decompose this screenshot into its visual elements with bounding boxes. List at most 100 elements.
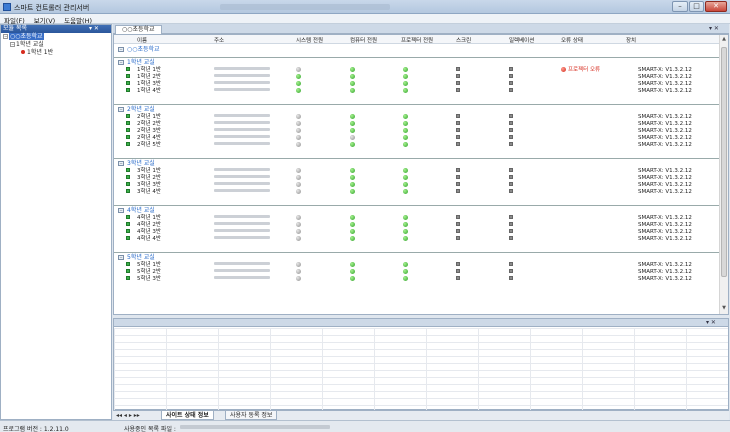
- table-row[interactable]: 5학년 2반 SMART-X: V1.3.2.12: [114, 269, 720, 276]
- device-version: SMART-X: V1.3.2.12: [638, 168, 692, 174]
- class-name: 1학년 3반: [137, 81, 161, 87]
- tab-school[interactable]: ○○초등학교: [115, 25, 162, 34]
- tree-item-school[interactable]: − ○○초등학교: [1, 33, 111, 41]
- table-row[interactable]: 4학년 1반 SMART-X: V1.3.2.12: [114, 215, 720, 222]
- table-row[interactable]: 1학년 2반 SMART-X: V1.3.2.12: [114, 74, 720, 81]
- empty-row: [114, 243, 720, 249]
- bottom-panel-controls[interactable]: ▾ ✕: [706, 319, 716, 326]
- col-address[interactable]: 주소: [214, 36, 224, 44]
- table-row[interactable]: 2학년 2반 SMART-X: V1.3.2.12: [114, 121, 720, 128]
- table-row[interactable]: 4학년 4반 SMART-X: V1.3.2.12: [114, 236, 720, 243]
- table-row[interactable]: 3학년 4반 SMART-X: V1.3.2.12: [114, 189, 720, 196]
- group-collapse-icon[interactable]: −: [118, 208, 124, 213]
- col-elevation[interactable]: 일렉베이션: [509, 36, 534, 44]
- system-power-icon: [296, 182, 301, 187]
- table-row[interactable]: 4학년 3반 SMART-X: V1.3.2.12: [114, 229, 720, 236]
- col-pc-power[interactable]: 컴퓨터 전원: [350, 36, 377, 44]
- collapse-icon[interactable]: −: [10, 42, 15, 47]
- table-row[interactable]: 5학년 1반 SMART-X: V1.3.2.12: [114, 262, 720, 269]
- group-collapse-icon[interactable]: −: [118, 47, 124, 52]
- scroll-up-icon[interactable]: ▲: [720, 36, 728, 44]
- vertical-scrollbar[interactable]: ▲ ▼: [719, 35, 728, 314]
- col-screen[interactable]: 스크린: [456, 36, 471, 44]
- screen-cell: [456, 276, 460, 283]
- tab-user-registration[interactable]: 사용자 동록 정보: [225, 411, 278, 420]
- group-header[interactable]: −3학년 교실: [114, 159, 720, 168]
- tab-site-status[interactable]: 사이트 상태 정보: [161, 411, 214, 420]
- col-device[interactable]: 장치: [626, 36, 636, 44]
- tab-nav-icons[interactable]: ◂◂ ◂ ▸ ▸▸: [116, 412, 140, 419]
- table-row[interactable]: 2학년 4반 SMART-X: V1.3.2.12: [114, 135, 720, 142]
- class-name: 4학년 2반: [137, 222, 161, 228]
- group-header[interactable]: −4학년 교실: [114, 206, 720, 215]
- online-status-icon: [126, 276, 130, 283]
- table-row[interactable]: 3학년 2반 SMART-X: V1.3.2.12: [114, 175, 720, 182]
- table-row[interactable]: 2학년 3반 SMART-X: V1.3.2.12: [114, 128, 720, 135]
- screen-cell: [456, 88, 460, 95]
- table-row[interactable]: 3학년 3반 SMART-X: V1.3.2.12: [114, 182, 720, 189]
- pc-power-cell: [350, 236, 355, 243]
- group-header[interactable]: −2학년 교실: [114, 105, 720, 114]
- pc-power-cell: [350, 276, 355, 283]
- scroll-thumb[interactable]: [721, 47, 727, 277]
- address-cell: [214, 215, 270, 222]
- col-projector-power[interactable]: 프로젝터 전원: [401, 36, 433, 44]
- group-collapse-icon[interactable]: −: [118, 255, 124, 260]
- pc-power-icon: [350, 142, 355, 147]
- tree-item-grade1[interactable]: −1학년 교실: [1, 41, 111, 49]
- device-version: SMART-X: V1.3.2.12: [638, 67, 692, 73]
- table-row[interactable]: 1학년 3반 SMART-X: V1.3.2.12: [114, 81, 720, 88]
- tree-item-class[interactable]: 1학년 1반: [1, 49, 111, 57]
- elevation-cell: [509, 114, 513, 121]
- maximize-button[interactable]: □: [689, 1, 704, 12]
- screen-cell: [456, 222, 460, 229]
- class-name: 4학년 3반: [137, 229, 161, 235]
- col-name[interactable]: 이름: [137, 36, 147, 44]
- panel-controls[interactable]: ▾ ✕: [89, 25, 99, 33]
- minimize-button[interactable]: –: [672, 1, 688, 12]
- scroll-down-icon[interactable]: ▼: [720, 305, 728, 313]
- group-collapse-icon[interactable]: −: [118, 107, 124, 112]
- collapse-icon[interactable]: −: [3, 34, 8, 39]
- status-bar: 프로그램 버전 : 1.2.11.0 사용중인 목록 파일 :: [0, 420, 730, 432]
- school-group-header[interactable]: − ○○초등학교: [114, 45, 720, 54]
- projector-power-cell: [403, 215, 408, 222]
- title-bar: 스마트 컨트롤러 관리서버 – □ ✕: [0, 0, 730, 14]
- error-text: 프로젝터 오류: [568, 67, 601, 73]
- window-title: 스마트 컨트롤러 관리서버: [14, 4, 90, 12]
- system-power-cell: [296, 236, 301, 243]
- system-power-icon: [296, 175, 301, 180]
- group-collapse-icon[interactable]: −: [118, 60, 124, 65]
- blurred-address: [214, 222, 270, 225]
- screen-cell: [456, 236, 460, 243]
- group-collapse-icon[interactable]: −: [118, 161, 124, 166]
- group-header[interactable]: −1학년 교실: [114, 58, 720, 67]
- program-version: 프로그램 버전 : 1.2.11.0: [3, 426, 69, 432]
- col-error-status[interactable]: 오류 상태: [561, 36, 583, 44]
- projector-power-icon: [403, 189, 408, 194]
- system-power-icon: [296, 121, 301, 126]
- doc-controls[interactable]: ▾ ✕: [709, 25, 719, 32]
- table-row[interactable]: 1학년 1반 프로젝터 오류 SMART-X: V1.3.2.12: [114, 67, 720, 74]
- system-power-icon: [296, 189, 301, 194]
- table-row[interactable]: 5학년 3반 SMART-X: V1.3.2.12: [114, 276, 720, 283]
- table-row[interactable]: 3학년 1반 SMART-X: V1.3.2.12: [114, 168, 720, 175]
- online-status-icon: [126, 128, 130, 135]
- elevation-cell: [509, 222, 513, 229]
- table-row[interactable]: 2학년 5반 SMART-X: V1.3.2.12: [114, 142, 720, 149]
- table-row[interactable]: 4학년 2반 SMART-X: V1.3.2.12: [114, 222, 720, 229]
- projector-power-icon: [403, 67, 408, 72]
- table-row[interactable]: 2학년 1반 SMART-X: V1.3.2.12: [114, 114, 720, 121]
- pc-power-icon: [350, 74, 355, 79]
- col-system-power[interactable]: 시스템 전원: [296, 36, 323, 44]
- elevation-cell: [509, 81, 513, 88]
- list-file-label: 사용중인 목록 파일 :: [124, 426, 176, 432]
- pc-power-cell: [350, 175, 355, 182]
- system-power-icon: [296, 88, 301, 93]
- projector-power-cell: [403, 88, 408, 95]
- table-row[interactable]: 1학년 4반 SMART-X: V1.3.2.12: [114, 88, 720, 95]
- screen-status-icon: [456, 276, 460, 280]
- projector-power-icon: [403, 276, 408, 281]
- group-header[interactable]: −5학년 교실: [114, 253, 720, 262]
- close-button[interactable]: ✕: [705, 1, 727, 12]
